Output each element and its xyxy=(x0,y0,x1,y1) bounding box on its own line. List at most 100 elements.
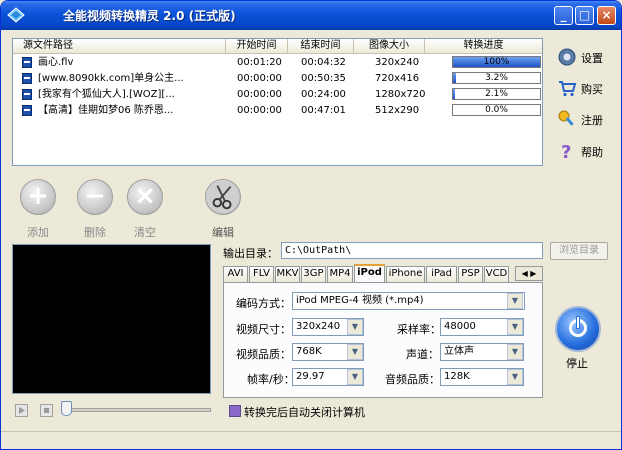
video-preview xyxy=(12,244,211,394)
clear-button[interactable]: × 清空 xyxy=(123,179,167,239)
tab-3gp[interactable]: 3GP xyxy=(301,266,326,282)
edit-button[interactable]: 编辑 xyxy=(201,179,245,239)
header-path[interactable]: 源文件路径 xyxy=(13,39,226,54)
codec-label: 编码方式： xyxy=(236,297,291,310)
row-path: 【高清】佳期如梦06 陈乔恩... xyxy=(38,105,174,116)
add-button[interactable]: + 添加 xyxy=(16,179,60,239)
browse-button[interactable]: 浏览目录 xyxy=(550,242,608,260)
svg-text:?: ? xyxy=(561,142,571,161)
header-start[interactable]: 开始时间 xyxy=(226,39,288,54)
table-row[interactable]: 【高清】佳期如梦06 陈乔恩... 00:00:00 00:47:01 512x… xyxy=(13,103,542,118)
help-button[interactable]: ? 帮助 xyxy=(557,139,617,163)
tab-vcd[interactable]: VCD xyxy=(484,266,509,282)
buy-button[interactable]: 购买 xyxy=(557,76,617,100)
progress-bar: 0.0% xyxy=(452,104,541,116)
tab-psp[interactable]: PSP xyxy=(458,266,483,282)
power-icon-bar xyxy=(576,316,580,329)
shutdown-label[interactable]: 转换完后自动关闭计算机 xyxy=(244,404,365,420)
title-bar[interactable]: 全能视频转换精灵 2.0 (正式版) _ □ × xyxy=(1,1,621,30)
maximize-button[interactable]: □ xyxy=(575,6,594,25)
close-button[interactable]: × xyxy=(597,6,616,25)
table-row[interactable]: [www.8090kk.com]单身公主... 00:00:00 00:50:3… xyxy=(13,71,542,86)
row-path: [我家有个狐仙大人].[WOZ][... xyxy=(38,89,175,100)
register-label: 注册 xyxy=(581,114,603,127)
shutdown-checkbox[interactable] xyxy=(229,405,241,417)
add-label: 添加 xyxy=(27,226,49,239)
progress-text: 0.0% xyxy=(485,105,508,115)
chevron-down-icon[interactable]: ▼ xyxy=(347,369,363,385)
video-quality-label: 视频品质： xyxy=(236,348,291,361)
seek-slider-thumb[interactable] xyxy=(61,401,72,416)
tab-ipad[interactable]: iPad xyxy=(426,266,457,282)
row-size: 320x240 xyxy=(375,57,420,68)
register-button[interactable]: 注册 xyxy=(557,107,617,131)
row-path: [www.8090kk.com]单身公主... xyxy=(38,73,184,84)
chevron-down-icon[interactable]: ▼ xyxy=(347,344,363,360)
settings-label: 设置 xyxy=(581,52,603,65)
header-end[interactable]: 结束时间 xyxy=(288,39,354,54)
chevron-down-icon[interactable]: ▼ xyxy=(507,319,523,335)
codec-select[interactable]: iPod MPEG-4 视频 (*.mp4) xyxy=(292,292,525,310)
fps-label: 帧率/秒： xyxy=(247,373,295,386)
minimize-button[interactable]: _ xyxy=(554,6,573,25)
progress-bar: 2.1% xyxy=(452,88,541,100)
video-file-icon xyxy=(22,57,32,68)
seek-slider-track[interactable] xyxy=(63,408,211,412)
settings-button[interactable]: 设置 xyxy=(557,45,617,69)
delete-button[interactable]: − 删除 xyxy=(73,179,117,239)
chevron-down-icon[interactable]: ▼ xyxy=(507,293,523,309)
row-size: 720x416 xyxy=(375,73,420,84)
stop-label: 停止 xyxy=(566,357,588,370)
progress-bar: 100% xyxy=(452,56,541,68)
header-size[interactable]: 图像大小 xyxy=(354,39,425,54)
file-list[interactable]: 源文件路径 开始时间 结束时间 图像大小 转换进度 画心.flv 00:01:2… xyxy=(12,38,543,166)
progress-text: 100% xyxy=(483,57,510,67)
output-dir-input[interactable]: C:\OutPath\ xyxy=(281,242,543,259)
help-icon: ? xyxy=(561,142,571,161)
row-start: 00:00:00 xyxy=(237,89,282,100)
row-size: 1280x720 xyxy=(375,89,426,100)
row-size: 512x290 xyxy=(375,105,420,116)
key-icon xyxy=(558,110,574,126)
sample-rate-label: 采样率： xyxy=(397,323,441,336)
plus-icon: + xyxy=(20,179,56,215)
audio-quality-label: 音频品质： xyxy=(385,373,440,386)
row-path: 画心.flv xyxy=(38,57,74,68)
video-file-icon xyxy=(22,89,32,100)
tab-iphone[interactable]: iPhone xyxy=(386,266,425,282)
buy-label: 购买 xyxy=(581,83,603,96)
stop-button[interactable] xyxy=(555,306,601,352)
tab-flv[interactable]: FLV xyxy=(249,266,274,282)
channel-label: 声道： xyxy=(406,348,439,361)
tab-scroll-arrows[interactable]: ◀ ▶ xyxy=(515,266,543,281)
tab-mkv[interactable]: MKV xyxy=(275,266,300,282)
format-tabs: AVI FLV MKV 3GP MP4 iPod iPhone iPad PSP… xyxy=(223,264,543,283)
video-file-icon xyxy=(22,105,32,116)
progress-bar: 3.2% xyxy=(452,72,541,84)
tab-avi[interactable]: AVI xyxy=(223,266,248,282)
video-size-label: 视频尺寸： xyxy=(236,323,291,336)
progress-text: 2.1% xyxy=(485,89,508,99)
app-logo-icon xyxy=(7,7,25,23)
video-file-icon xyxy=(22,73,32,84)
output-dir-label: 输出目录： xyxy=(223,247,278,260)
row-end: 00:47:01 xyxy=(301,105,346,116)
x-icon: × xyxy=(127,179,163,215)
stop-playback-button[interactable] xyxy=(40,404,53,417)
window-title: 全能视频转换精灵 2.0 (正式版) xyxy=(63,9,236,23)
table-row[interactable]: [我家有个狐仙大人].[WOZ][... 00:00:00 00:24:00 1… xyxy=(13,87,542,102)
tab-ipod[interactable]: iPod xyxy=(354,264,385,283)
chevron-down-icon[interactable]: ▼ xyxy=(347,319,363,335)
header-progress[interactable]: 转换进度 xyxy=(425,39,542,54)
play-button[interactable] xyxy=(15,404,28,417)
help-label: 帮助 xyxy=(581,146,603,159)
play-icon xyxy=(19,407,25,414)
row-start: 00:01:20 xyxy=(237,57,282,68)
tab-mp4[interactable]: MP4 xyxy=(327,266,353,282)
edit-label: 编辑 xyxy=(212,226,234,239)
chevron-down-icon[interactable]: ▼ xyxy=(507,369,523,385)
app-window: 全能视频转换精灵 2.0 (正式版) _ □ × 源文件路径 开始时间 结束时间… xyxy=(0,0,622,450)
chevron-down-icon[interactable]: ▼ xyxy=(507,344,523,360)
table-row[interactable]: 画心.flv 00:01:20 00:04:32 320x240 100% xyxy=(13,55,542,70)
row-end: 00:50:35 xyxy=(301,73,346,84)
